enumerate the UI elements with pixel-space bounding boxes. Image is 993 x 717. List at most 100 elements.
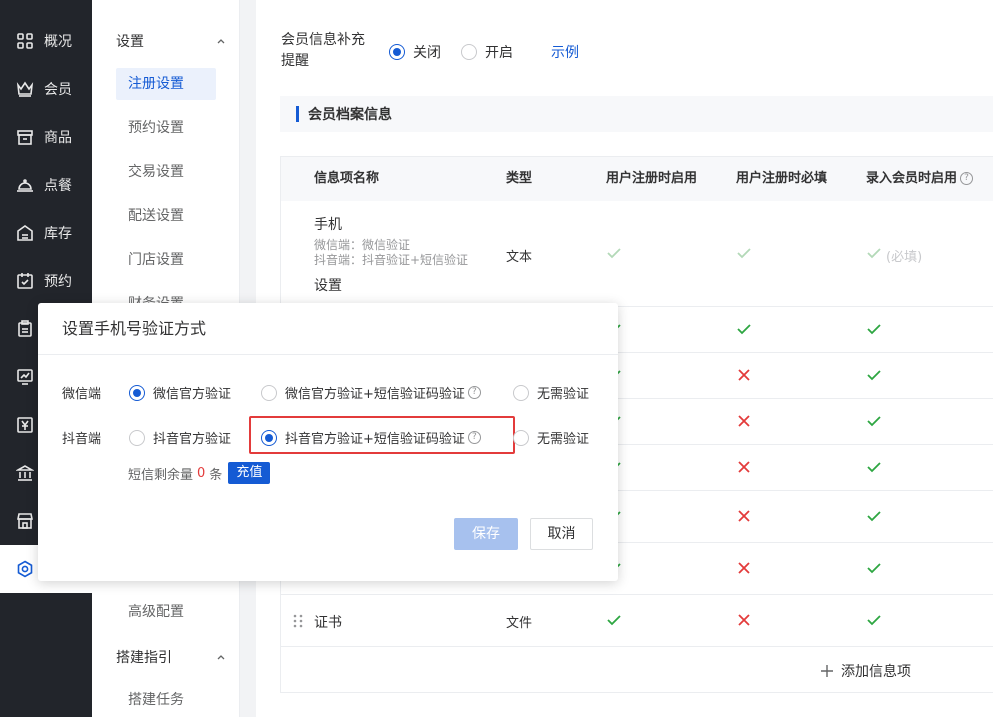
cross-icon xyxy=(738,562,750,574)
remind-label: 会员信息补充提醒 xyxy=(281,32,365,69)
nav-item-member[interactable]: 会员 xyxy=(0,65,92,113)
radio-unchecked xyxy=(513,429,529,446)
douyin-option-none[interactable]: 无需验证 xyxy=(513,428,589,447)
th-entry-enable-text: 录入会员时启用 xyxy=(866,171,958,186)
nav-item-stock[interactable]: 库存 xyxy=(0,209,92,257)
drag-handle-icon[interactable] xyxy=(292,613,304,629)
radio-unchecked xyxy=(261,384,277,401)
sms-unit: 条 xyxy=(209,467,223,483)
row-name: 手机 xyxy=(314,217,342,233)
check-icon xyxy=(607,615,621,626)
radio-unchecked xyxy=(129,429,145,446)
check-icon xyxy=(737,324,751,335)
cross-icon xyxy=(738,461,750,473)
wechat-option-official-sms[interactable]: 微信官方验证+短信验证码验证 ? xyxy=(261,383,481,402)
check-icon xyxy=(867,563,881,574)
row-type: 文件 xyxy=(506,616,533,631)
cross-icon xyxy=(738,614,750,626)
radio-label: 无需验证 xyxy=(537,387,590,402)
nav-item-label: 概况 xyxy=(44,34,72,50)
nav-group-label: 搭建指引 xyxy=(116,650,172,666)
wechat-option-official[interactable]: 微信官方验证 xyxy=(129,383,231,402)
nav-item-label: 库存 xyxy=(44,226,72,242)
cross-icon xyxy=(738,369,750,381)
radio-label: 抖音官方验证 xyxy=(153,432,232,447)
section-title: 会员档案信息 xyxy=(280,96,993,132)
sms-balance: 短信剩余量 0 条 充值 xyxy=(128,462,271,484)
nav-item-trade-settings[interactable]: 交易设置 xyxy=(116,156,216,188)
cross-icon xyxy=(738,510,750,522)
douyin-option-official-sms[interactable]: 抖音官方验证+短信验证码验证 ? xyxy=(261,428,481,447)
th-register-required: 用户注册时必填 xyxy=(736,171,828,186)
radio-label: 抖音官方验证+短信验证码验证 xyxy=(285,432,465,447)
check-icon xyxy=(867,370,881,381)
nav-group-label: 设置 xyxy=(116,34,144,50)
nav-item-guide-task[interactable]: 搭建任务 xyxy=(116,684,216,716)
th-entry-enable: 录入会员时启用? xyxy=(866,157,974,201)
row-name: 证书 xyxy=(314,615,342,631)
nav-item-order[interactable]: 点餐 xyxy=(0,161,92,209)
radio-unchecked xyxy=(461,44,477,60)
settings-gear-icon xyxy=(16,560,34,578)
nav-item-delivery-settings[interactable]: 配送设置 xyxy=(116,200,216,232)
shop-icon xyxy=(16,128,34,146)
nav-item-label: 预约 xyxy=(44,274,72,290)
check-icon xyxy=(867,615,881,626)
table-row: 证书 文件 xyxy=(281,595,993,647)
nav-item-store-settings[interactable]: 门店设置 xyxy=(116,244,216,276)
radio-checked xyxy=(261,429,277,446)
douyin-label: 抖音端 xyxy=(62,432,102,447)
radio-label: 关闭 xyxy=(413,45,441,61)
nav-item-register-settings[interactable]: 注册设置 xyxy=(116,68,216,100)
row-setting-link[interactable]: 设置 xyxy=(314,275,342,295)
radio-label: 开启 xyxy=(485,45,513,61)
calendar-check-icon xyxy=(16,272,34,290)
recharge-button[interactable]: 充值 xyxy=(228,462,271,484)
required-note: (必填) xyxy=(886,250,923,265)
nav-item-advanced[interactable]: 高级配置 xyxy=(116,596,216,628)
cancel-button[interactable]: 取消 xyxy=(530,518,593,550)
check-icon xyxy=(867,416,881,427)
nav-item-booking-settings[interactable]: 预约设置 xyxy=(116,112,216,144)
example-link[interactable]: 示例 xyxy=(551,42,579,62)
nav-item-overview[interactable]: 概况 xyxy=(0,17,92,65)
save-button[interactable]: 保存 xyxy=(454,518,518,550)
remind-on-radio[interactable]: 开启 xyxy=(461,42,513,62)
radio-checked xyxy=(129,384,145,401)
nav-item-label: 会员 xyxy=(44,82,72,98)
cross-icon xyxy=(738,415,750,427)
add-info-item-label: 添加信息项 xyxy=(841,664,911,680)
row-sub-wechat: 微信端：微信验证 xyxy=(314,238,411,252)
grid-icon xyxy=(16,32,34,50)
add-info-item-button[interactable]: 添加信息项 xyxy=(821,661,911,681)
nav-item-label: 点餐 xyxy=(44,178,72,194)
douyin-option-official[interactable]: 抖音官方验证 xyxy=(129,428,231,447)
nav-item-booking[interactable]: 预约 xyxy=(0,257,92,305)
help-icon[interactable]: ? xyxy=(467,386,481,399)
clipboard-icon xyxy=(16,320,34,338)
check-icon xyxy=(607,248,621,259)
dialog-title: 设置手机号验证方式 xyxy=(38,303,618,355)
store-icon xyxy=(16,512,34,530)
th-name: 信息项名称 xyxy=(314,171,380,186)
radio-label: 无需验证 xyxy=(537,432,590,447)
nav-group-settings[interactable]: 设置 xyxy=(116,31,226,51)
chart-screen-icon xyxy=(16,368,34,386)
warehouse-icon xyxy=(16,224,34,242)
check-icon xyxy=(737,248,751,259)
sms-count: 0 xyxy=(197,465,206,481)
help-icon[interactable]: ? xyxy=(467,431,481,444)
check-icon xyxy=(867,248,881,259)
table-header: 信息项名称 类型 用户注册时启用 用户注册时必填 录入会员时启用? xyxy=(281,157,993,201)
wechat-label: 微信端 xyxy=(62,387,102,402)
help-icon[interactable]: ? xyxy=(960,172,974,185)
sms-prefix: 短信剩余量 xyxy=(128,467,194,483)
check-icon xyxy=(867,324,881,335)
nav-item-goods[interactable]: 商品 xyxy=(0,113,92,161)
radio-unchecked xyxy=(513,384,529,401)
remind-off-radio[interactable]: 关闭 xyxy=(389,42,441,62)
radio-label: 微信官方验证+短信验证码验证 xyxy=(285,387,465,402)
wechat-option-none[interactable]: 无需验证 xyxy=(513,383,589,402)
nav-group-guide[interactable]: 搭建指引 xyxy=(116,647,226,667)
th-type: 类型 xyxy=(506,171,533,186)
